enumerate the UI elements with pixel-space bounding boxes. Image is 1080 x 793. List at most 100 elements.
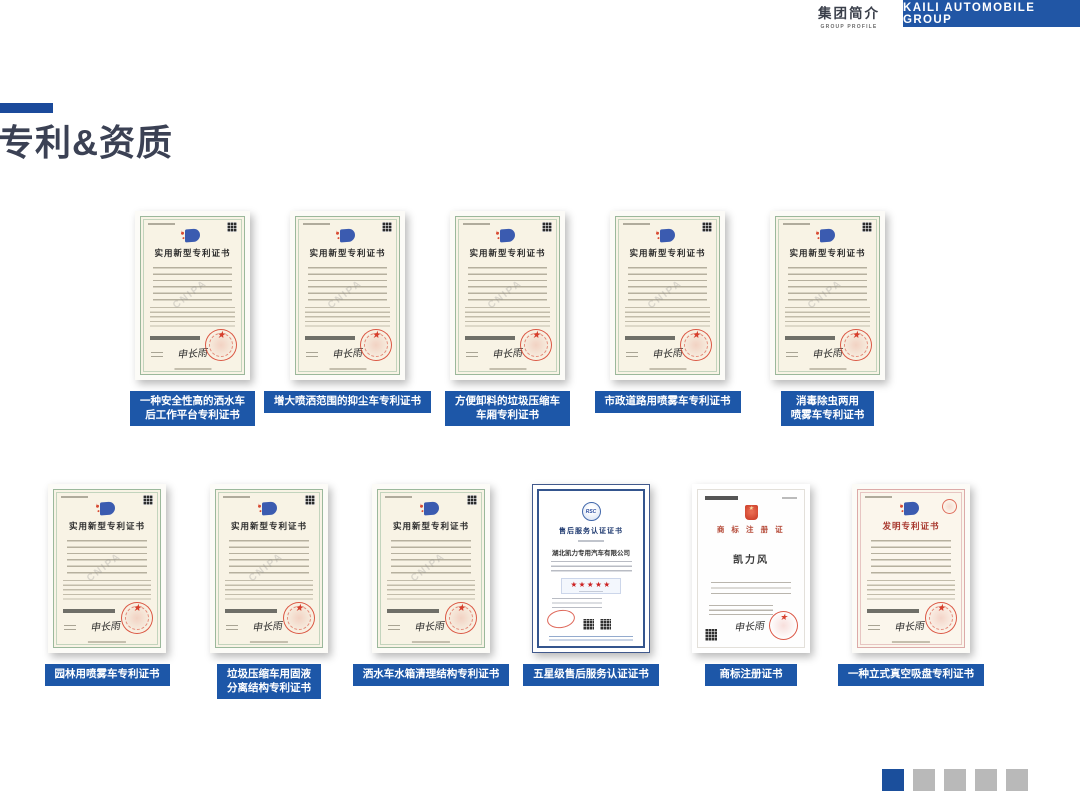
utility-patent-certificate: 实用新型专利证书 申长雨 CNIPA — [135, 211, 250, 380]
certificate-label: 消毒除虫两用喷雾车专利证书 — [781, 391, 875, 426]
qr-codes — [583, 619, 611, 630]
certificate-item: 实用新型专利证书 申长雨 CNIPA 垃圾压缩车用固液分离结构专利证书 — [210, 484, 328, 699]
cnipa-logo-icon — [904, 501, 919, 515]
utility-patent-certificate: 实用新型专利证书 申长雨 CNIPA — [610, 211, 725, 380]
certificate-number — [865, 496, 892, 498]
page-indicator-4[interactable] — [975, 769, 997, 791]
signature: 申长雨 — [492, 344, 523, 361]
brand-name: KAILI AUTOMOBILE GROUP — [903, 2, 1080, 26]
certificate-footer — [88, 641, 126, 643]
certificate-barcode — [867, 609, 919, 613]
certificate-number — [223, 496, 250, 498]
invention-patent-certificate: 发明专利证书 申长雨 — [852, 484, 970, 653]
certificate-paragraph — [63, 580, 151, 603]
cnipa-logo-icon — [340, 228, 355, 242]
certificate-item: 实用新型专利证书 申长雨 CNIPA 消毒除虫两用喷雾车专利证书 — [770, 211, 885, 426]
issuer-label — [306, 352, 318, 360]
certificate-label: 一种安全性高的洒水车后工作平台专利证书 — [130, 391, 255, 426]
certificate-footer — [809, 368, 846, 370]
page-indicator-2[interactable] — [913, 769, 935, 791]
official-seal-icon — [121, 602, 153, 634]
certificate-barcode — [387, 609, 439, 613]
certificate-title: 实用新型专利证书 — [148, 247, 237, 259]
signature: 申长雨 — [90, 617, 121, 634]
certificate-paragraph — [387, 580, 475, 603]
page-indicator-5[interactable] — [1006, 769, 1028, 791]
certificate-title: 商 标 注 册 证 — [705, 524, 797, 535]
official-seal-icon — [360, 329, 392, 361]
trademark-registration-certificate: 商 标 注 册 证 凯力风 申长雨 — [692, 484, 810, 653]
cnipa-logo-icon — [424, 501, 439, 515]
certificate-item: 实用新型专利证书 申长雨 CNIPA 增大喷洒范围的抑尘车专利证书 — [290, 211, 405, 413]
certificate-title: 售后服务认证证书 — [546, 526, 636, 536]
certificate-label: 方便卸料的垃圾压缩车车厢专利证书 — [445, 391, 570, 426]
certificate-label: 市政道路用喷雾车专利证书 — [595, 391, 741, 413]
certificate-footer — [649, 368, 686, 370]
certificate-title: 实用新型专利证书 — [385, 520, 477, 532]
qr-code-icon — [143, 495, 153, 505]
certificate-footer — [174, 368, 211, 370]
certificate-number — [463, 223, 490, 225]
page-indicator-3[interactable] — [944, 769, 966, 791]
page-indicator-1[interactable] — [882, 769, 904, 791]
utility-patent-certificate: 实用新型专利证书 申长雨 CNIPA — [770, 211, 885, 380]
certificate-label: 一种立式真空吸盘专利证书 — [838, 664, 984, 686]
utility-patent-certificate: 实用新型专利证书 申长雨 CNIPA — [48, 484, 166, 653]
issuer-header — [705, 496, 738, 500]
certificate-number — [623, 223, 650, 225]
certificate-number — [782, 497, 797, 499]
brand-banner: KAILI AUTOMOBILE GROUP — [903, 0, 1080, 27]
certificate-footer — [489, 368, 526, 370]
issuer-label — [226, 625, 238, 633]
certificate-item: 实用新型专利证书 申长雨 CNIPA 洒水车水箱清理结构专利证书 — [372, 484, 490, 686]
cnipa-logo-icon — [820, 228, 835, 242]
certificate-number — [783, 223, 810, 225]
signature: 申长雨 — [812, 344, 843, 361]
service-certification-certificate: 售后服务认证证书 湖北凯力专用汽车有限公司 ★★★★★ — [532, 484, 650, 653]
certificate-title: 发明专利证书 — [865, 520, 957, 532]
utility-patent-certificate: 实用新型专利证书 申长雨 CNIPA — [290, 211, 405, 380]
issuer-label — [388, 625, 400, 633]
certificate-item: 实用新型专利证书 申长雨 CNIPA 市政道路用喷雾车专利证书 — [610, 211, 725, 413]
section-subtitle: GROUP PROFILE — [814, 24, 884, 30]
certificate-fields — [711, 582, 792, 598]
issuer-label — [466, 352, 478, 360]
certificate-barcode — [63, 609, 115, 613]
signature: 申长雨 — [177, 344, 208, 361]
star-rating-box: ★★★★★ — [561, 578, 621, 594]
certificate-paragraph — [785, 307, 870, 330]
oval-seal-icon — [546, 608, 576, 630]
qr-code-icon — [227, 222, 237, 232]
certificate-footer — [892, 641, 930, 643]
qr-code-icon — [705, 629, 717, 641]
qr-code-icon — [305, 495, 315, 505]
utility-patent-certificate: 实用新型专利证书 申长雨 CNIPA — [210, 484, 328, 653]
certificate-item: 售后服务认证证书 湖北凯力专用汽车有限公司 ★★★★★ 五星级售后服务认证证书 — [532, 484, 650, 686]
signature: 申长雨 — [414, 617, 445, 634]
certificate-number — [148, 223, 175, 225]
certificate-fields — [551, 561, 632, 574]
pagination — [882, 769, 1028, 791]
certificate-title: 实用新型专利证书 — [783, 247, 872, 259]
qr-code-icon — [542, 222, 552, 232]
certificate-title: 实用新型专利证书 — [223, 520, 315, 532]
certificate-footer — [329, 368, 366, 370]
certificate-item: 发明专利证书 申长雨 一种立式真空吸盘专利证书 — [852, 484, 970, 686]
certificate-item: 商 标 注 册 证 凯力风 申长雨 商标注册证书 — [692, 484, 810, 686]
issuer-label — [626, 352, 638, 360]
official-seal-icon — [680, 329, 712, 361]
certificate-label: 商标注册证书 — [705, 664, 797, 686]
certificate-footer — [549, 636, 632, 642]
official-seal-icon — [205, 329, 237, 361]
issuer-label — [151, 352, 163, 360]
certificate-title: 实用新型专利证书 — [623, 247, 712, 259]
certificate-barcode — [625, 336, 675, 340]
certificate-barcode — [150, 336, 200, 340]
signature: 申长雨 — [332, 344, 363, 361]
certificate-label: 增大喷洒范围的抑尘车专利证书 — [264, 391, 431, 413]
cnipa-logo-icon — [660, 228, 675, 242]
certificate-number — [61, 496, 88, 498]
section-title-block: 集团简介 GROUP PROFILE — [814, 2, 884, 30]
certificate-item: 实用新型专利证书 申长雨 CNIPA 一种安全性高的洒水车后工作平台专利证书 — [135, 211, 250, 426]
cnipa-logo-icon — [100, 501, 115, 515]
